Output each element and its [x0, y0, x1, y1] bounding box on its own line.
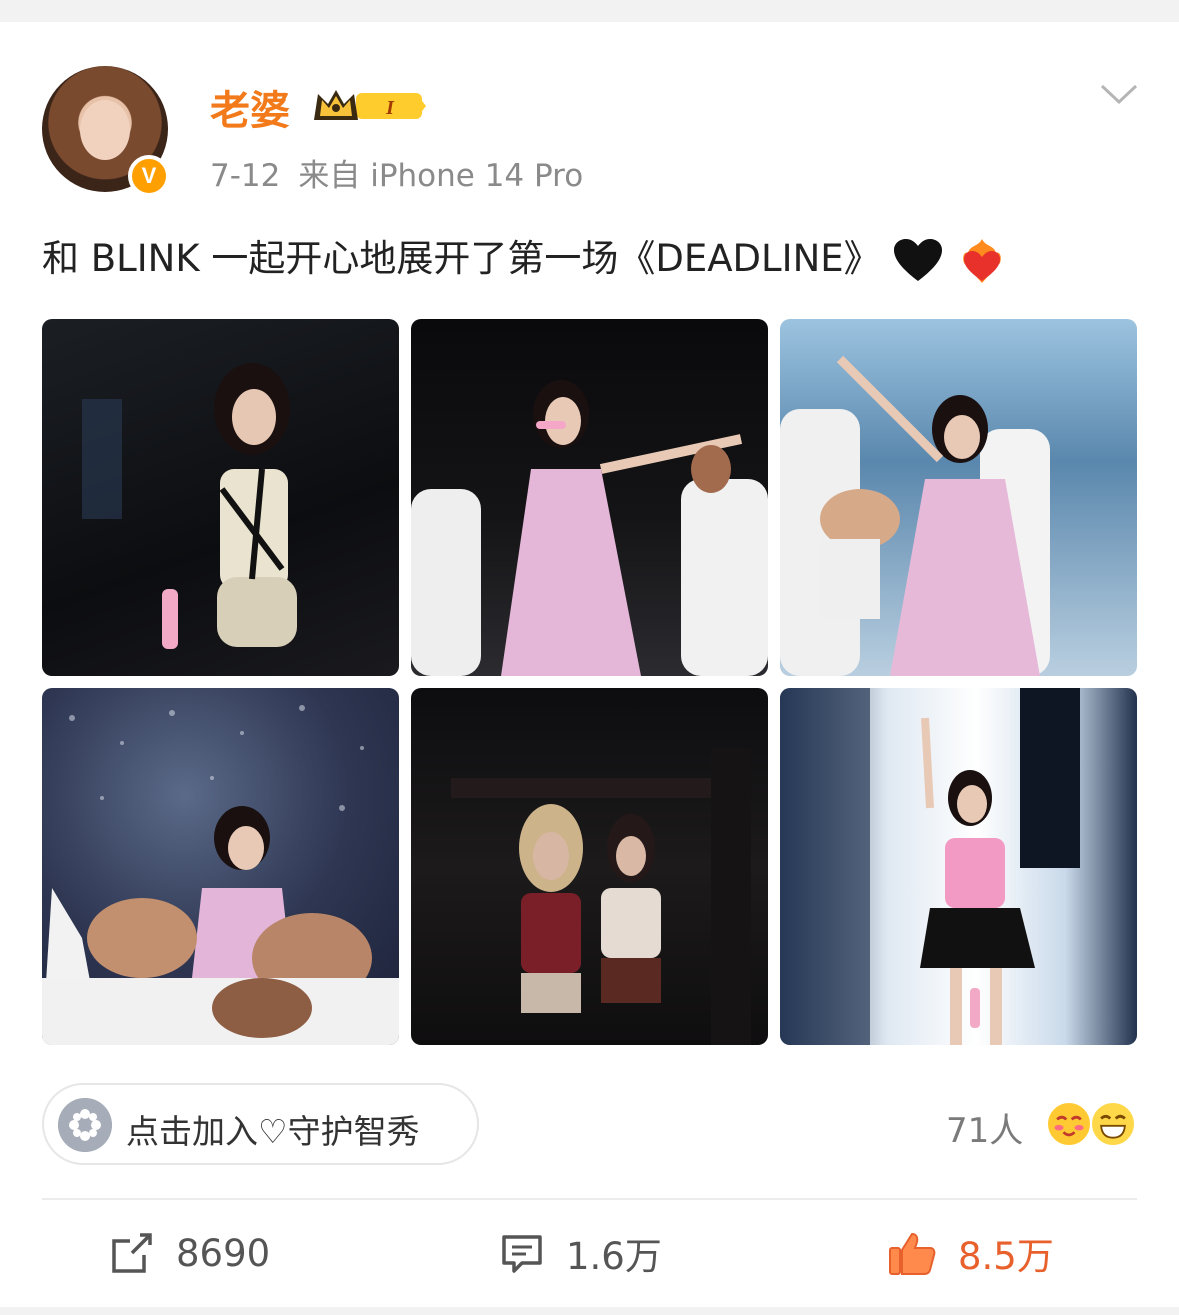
grin-emoji-icon	[1090, 1101, 1136, 1147]
comment-count: 1.6万	[566, 1235, 662, 1278]
avatar-face	[80, 100, 130, 160]
chevron-down-icon[interactable]	[1100, 82, 1138, 106]
repost-icon	[112, 1233, 152, 1273]
member-crown-badge-icon[interactable]: I	[312, 86, 426, 126]
comment-icon	[502, 1235, 542, 1273]
post-date: 7-12	[210, 158, 281, 194]
thumbs-up-icon	[889, 1232, 936, 1275]
photo-1[interactable]	[42, 319, 399, 676]
photo-6[interactable]	[780, 688, 1137, 1045]
post-source: 来自 iPhone 14 Pro	[298, 158, 584, 194]
comment-button[interactable]: 1.6万	[500, 1228, 662, 1278]
reaction-people-count: 71人	[946, 1111, 1024, 1151]
post-meta: 7-12 来自 iPhone 14 Pro	[210, 150, 583, 195]
repost-count: 8690	[176, 1231, 271, 1275]
black-heart-icon	[894, 238, 943, 281]
heart-on-fire-icon	[963, 238, 1001, 283]
photo-3[interactable]	[780, 319, 1137, 676]
verified-badge: V	[128, 155, 170, 197]
photo-4-figure	[42, 705, 399, 1045]
photo-1-figure	[82, 363, 297, 649]
photo-4[interactable]	[42, 688, 399, 1045]
member-level-text: I	[385, 97, 395, 119]
blush-kiss-emoji-icon	[1046, 1101, 1092, 1147]
photo-6-figure	[780, 688, 1080, 1045]
username[interactable]: 老婆	[210, 78, 290, 136]
photo-2-figure	[411, 380, 768, 676]
repost-button[interactable]: 8690	[110, 1228, 270, 1278]
join-label: 点击加入♡守护智秀	[126, 1112, 420, 1151]
like-button[interactable]: 8.5万	[888, 1228, 1054, 1278]
photo-5-figure	[451, 748, 751, 1045]
bottom-separator	[0, 1307, 1179, 1315]
photo-3-figure	[780, 355, 1050, 676]
photo-5[interactable]	[411, 688, 768, 1045]
post-body: 和 BLINK 一起开心地展开了第一场《DEADLINE》	[42, 237, 881, 280]
like-count: 8.5万	[958, 1235, 1054, 1278]
flower-icon	[58, 1098, 112, 1152]
divider	[42, 1198, 1137, 1200]
post-text: 和 BLINK 一起开心地展开了第一场《DEADLINE》	[42, 228, 1008, 287]
photo-2[interactable]	[411, 319, 768, 676]
join-fan-group-button[interactable]: 点击加入♡守护智秀	[42, 1083, 479, 1165]
